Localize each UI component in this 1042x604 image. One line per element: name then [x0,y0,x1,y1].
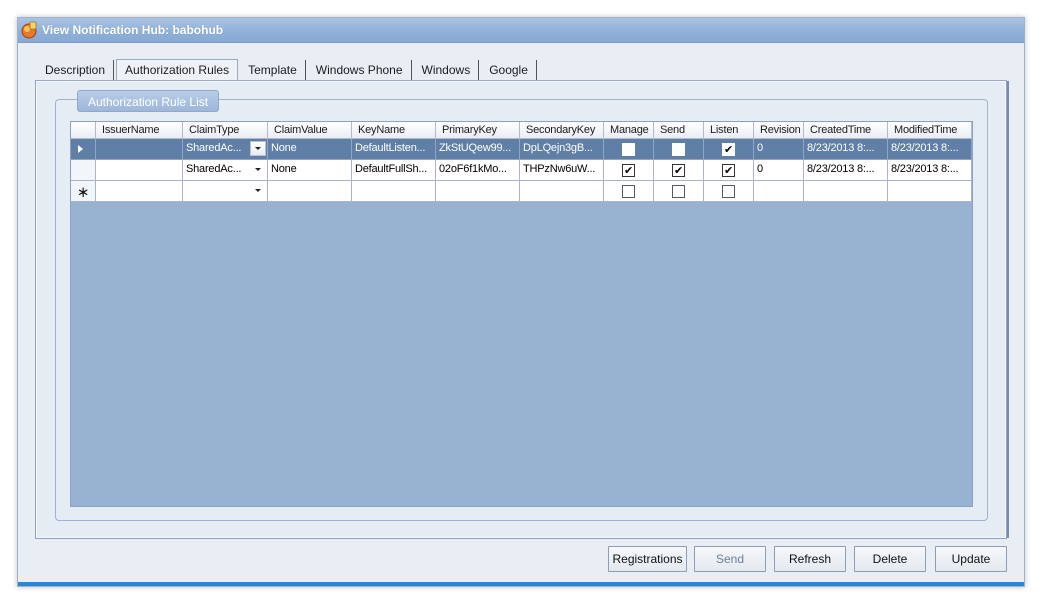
cell-send [654,139,704,160]
authorization-rule-list-group: Authorization Rule List IssuerName Claim… [55,90,988,521]
cell-created-time[interactable]: 8/23/2013 8:... [804,160,888,181]
send-button[interactable]: Send [694,546,766,572]
grid-header-row: IssuerName ClaimType ClaimValue KeyName … [71,122,972,139]
col-header-listen[interactable]: Listen [704,122,754,139]
cell-created-time[interactable]: 8/23/2013 8:... [804,139,888,160]
new-row[interactable]: ∗ [71,181,972,202]
group-caption: Authorization Rule List [77,90,220,112]
cell-issuer-name[interactable] [96,181,183,202]
grid-corner-header [71,122,96,139]
window-title: View Notification Hub: babohub [42,23,224,37]
send-checkbox[interactable] [672,142,685,156]
cell-manage [604,181,654,202]
cell-manage: ✔ [604,160,654,181]
cell-secondary-key[interactable]: DpLQejn3gB... [520,139,604,160]
manage-checkbox[interactable]: ✔ [622,163,635,177]
col-header-issuer-name[interactable]: IssuerName [96,122,183,139]
chevron-down-icon [255,189,261,192]
accent-strip [18,582,1024,586]
registrations-button[interactable]: Registrations [608,546,687,572]
chevron-down-icon [255,147,261,150]
cell-revision[interactable] [754,181,804,202]
col-header-key-name[interactable]: KeyName [352,122,436,139]
cell-secondary-key[interactable] [520,181,604,202]
table-row[interactable]: SharedAc... None DefaultListen... ZkStUQ… [71,139,972,160]
cell-send: ✔ [654,160,704,181]
authorization-rules-panel: Authorization Rule List IssuerName Claim… [35,80,1009,539]
notification-hub-icon [21,21,37,39]
refresh-button[interactable]: Refresh [774,546,846,572]
col-header-manage[interactable]: Manage [604,122,654,139]
current-row-arrow-icon [77,145,83,153]
cell-modified-time[interactable] [888,181,972,202]
cell-listen: ✔ [704,139,754,160]
listen-checkbox[interactable]: ✔ [722,142,735,156]
col-header-claim-type[interactable]: ClaimType [183,122,268,139]
col-header-primary-key[interactable]: PrimaryKey [436,122,520,139]
claim-type-dropdown-button[interactable] [250,183,266,198]
cell-key-name[interactable]: DefaultFullSh... [352,160,436,181]
col-header-created-time[interactable]: CreatedTime [804,122,888,139]
update-button[interactable]: Update [935,546,1007,572]
tab-authorization-rules[interactable]: Authorization Rules [116,59,239,80]
claim-type-value: SharedAc... [186,142,242,154]
row-selector[interactable] [71,139,96,160]
claim-type-dropdown-button[interactable] [250,162,266,177]
send-checkbox[interactable]: ✔ [672,163,685,177]
cell-modified-time[interactable]: 8/23/2013 8:... [888,160,972,181]
cell-manage [604,139,654,160]
row-selector[interactable] [71,160,96,181]
new-row-star-icon: ∗ [76,183,90,201]
cell-claim-type[interactable]: SharedAc... [183,160,268,181]
authorization-rules-grid[interactable]: IssuerName ClaimType ClaimValue KeyName … [70,121,973,507]
cell-claim-value[interactable]: None [268,160,352,181]
cell-revision[interactable]: 0 [754,160,804,181]
cell-key-name[interactable] [352,181,436,202]
cell-key-name[interactable]: DefaultListen... [352,139,436,160]
cell-primary-key[interactable]: 02oF6f1kMo... [436,160,520,181]
col-header-claim-value[interactable]: ClaimValue [268,122,352,139]
tab-windows[interactable]: Windows [414,60,480,80]
tab-google[interactable]: Google [481,60,537,80]
table-row[interactable]: SharedAc... None DefaultFullSh... 02oF6f… [71,160,972,181]
listen-checkbox[interactable]: ✔ [722,163,735,177]
manage-checkbox[interactable] [622,142,635,156]
claim-type-dropdown-button[interactable] [250,141,266,156]
cell-listen [704,181,754,202]
listen-checkbox[interactable] [722,184,735,198]
tab-windows-phone[interactable]: Windows Phone [308,60,412,80]
tab-template[interactable]: Template [240,60,306,80]
cell-claim-value[interactable]: None [268,139,352,160]
cell-primary-key[interactable]: ZkStUQew99... [436,139,520,160]
new-row-selector[interactable]: ∗ [71,181,96,202]
cell-modified-time[interactable]: 8/23/2013 8:... [888,139,972,160]
col-header-modified-time[interactable]: ModifiedTime [888,122,972,139]
grid-body: IssuerName ClaimType ClaimValue KeyName … [71,122,972,202]
notification-hub-window: View Notification Hub: babohub Descripti… [17,17,1025,587]
manage-checkbox[interactable] [622,184,635,198]
tab-strip: Description Authorization Rules Template… [37,59,539,80]
delete-button[interactable]: Delete [854,546,926,572]
cell-listen: ✔ [704,160,754,181]
col-header-send[interactable]: Send [654,122,704,139]
tab-description[interactable]: Description [37,60,115,80]
cell-primary-key[interactable] [436,181,520,202]
cell-claim-value[interactable] [268,181,352,202]
cell-revision[interactable]: 0 [754,139,804,160]
claim-type-value: SharedAc... [186,163,242,175]
cell-claim-type[interactable]: SharedAc... [183,139,268,160]
cell-secondary-key[interactable]: THPzNw6uW... [520,160,604,181]
title-bar: View Notification Hub: babohub [18,18,1024,43]
cell-issuer-name[interactable] [96,160,183,181]
cell-created-time[interactable] [804,181,888,202]
cell-claim-type[interactable] [183,181,268,202]
send-checkbox[interactable] [672,184,685,198]
cell-send [654,181,704,202]
cell-issuer-name[interactable] [96,139,183,160]
col-header-secondary-key[interactable]: SecondaryKey [520,122,604,139]
col-header-revision[interactable]: Revision [754,122,804,139]
chevron-down-icon [255,168,261,171]
